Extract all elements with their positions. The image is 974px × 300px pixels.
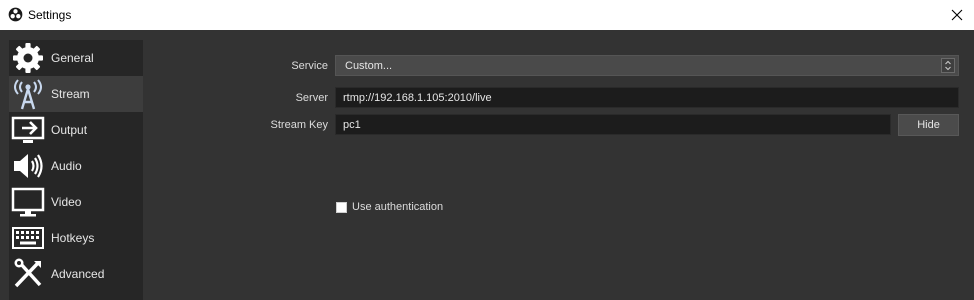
sidebar-item-hotkeys[interactable]: Hotkeys: [9, 220, 143, 256]
sidebar-item-output[interactable]: Output: [9, 112, 143, 148]
sidebar-item-general[interactable]: General: [9, 40, 143, 76]
window-titlebar: Settings: [0, 0, 974, 30]
hide-button[interactable]: Hide: [898, 114, 959, 136]
sidebar-item-label: Audio: [51, 159, 82, 173]
sidebar-item-label: Advanced: [51, 267, 105, 281]
use-authentication-checkbox[interactable]: [336, 202, 347, 213]
sidebar-item-label: General: [51, 51, 94, 65]
sidebar-item-label: Hotkeys: [51, 231, 95, 245]
output-monitor-icon: [11, 116, 45, 143]
monitor-icon: [11, 187, 45, 217]
close-button[interactable]: [940, 0, 974, 30]
stream-key-input[interactable]: [336, 115, 890, 134]
sidebar-item-audio[interactable]: Audio: [9, 148, 143, 184]
window-title: Settings: [28, 8, 72, 22]
broadcast-antenna-icon: [14, 79, 42, 110]
sidebar-item-label: Video: [51, 195, 82, 209]
stream-key-label: Stream Key: [270, 119, 328, 131]
use-authentication-label[interactable]: Use authentication: [352, 201, 443, 213]
close-icon: [951, 9, 963, 21]
stream-key-field[interactable]: [335, 114, 891, 135]
select-arrows-icon: [941, 58, 955, 73]
service-select[interactable]: Custom...: [335, 55, 959, 76]
service-label: Service: [291, 60, 328, 72]
gear-icon: [13, 43, 43, 73]
tools-icon: [14, 258, 42, 288]
sidebar-item-advanced[interactable]: Advanced: [9, 256, 143, 292]
obs-icon: [8, 7, 23, 22]
speaker-icon: [14, 154, 43, 178]
settings-sidebar: General Stream Output Audio Video Hotkey…: [9, 40, 143, 300]
sidebar-item-label: Output: [51, 123, 88, 137]
service-select-value: Custom...: [345, 60, 393, 72]
server-input[interactable]: [336, 88, 958, 107]
settings-content: General Stream Output Audio Video Hotkey…: [0, 30, 974, 300]
sidebar-item-stream[interactable]: Stream: [9, 76, 143, 112]
server-field[interactable]: [335, 87, 959, 108]
sidebar-item-label: Stream: [51, 87, 90, 101]
server-label: Server: [295, 92, 328, 104]
keyboard-icon: [12, 227, 44, 249]
sidebar-item-video[interactable]: Video: [9, 184, 143, 220]
